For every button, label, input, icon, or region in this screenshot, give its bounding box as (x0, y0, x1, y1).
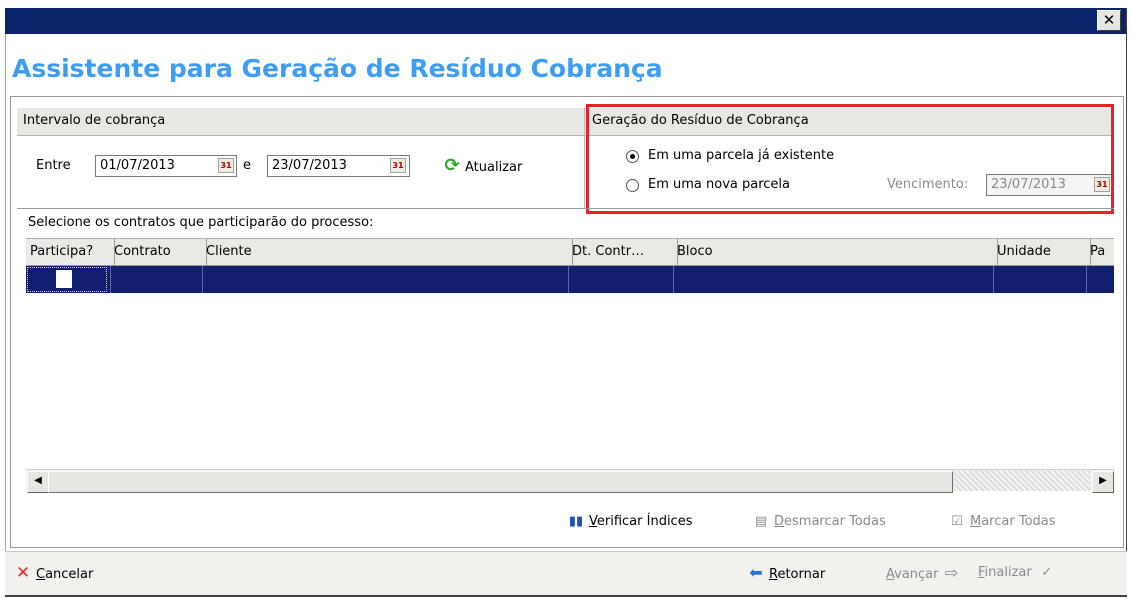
column-cliente[interactable]: Cliente (202, 239, 573, 265)
avancar-button[interactable]: Avançar ⇨ (886, 563, 965, 585)
verificar-indices-button[interactable]: ▮▮ Verificar Índices (567, 512, 693, 532)
finalizar-label: inalizar (984, 565, 1032, 580)
date-to-value: 23/07/2013 (272, 158, 347, 173)
date-from-field[interactable]: 01/07/2013 (95, 155, 237, 177)
row-divider (568, 266, 569, 293)
finalizar-button[interactable]: Finalizar ✓ (978, 563, 1060, 583)
e-label: e (243, 158, 251, 173)
verificar-accel: V (589, 514, 597, 529)
cancel-x-icon: ✕ (15, 563, 31, 583)
window-border-left (5, 34, 6, 597)
contratos-prompt: Selecione os contratos que participarão … (28, 215, 374, 230)
group-separator (584, 108, 585, 208)
table-row[interactable] (26, 266, 1114, 293)
arrow-right-icon: ⇨ (944, 563, 959, 582)
row-divider (673, 266, 674, 293)
marcar-accel: M (970, 514, 982, 529)
calendar-from-icon[interactable]: 31 (218, 158, 234, 173)
scroll-right-button[interactable]: ▶ (1092, 471, 1114, 493)
date-from-value: 01/07/2013 (100, 158, 175, 173)
window-border-bottom (5, 595, 1127, 597)
checkmark-icon: ✓ (1041, 565, 1053, 580)
highlight-box (586, 104, 1114, 214)
cell-focus (27, 267, 107, 292)
avancar-accel: A (886, 567, 895, 582)
verificar-label: erificar Índices (596, 514, 693, 529)
uncheck-list-icon: ▤ (754, 514, 768, 529)
intervalo-header: Intervalo de cobrança (17, 108, 587, 136)
close-button[interactable]: ✕ (1097, 10, 1121, 31)
retornar-button[interactable]: ⬅ Retornar (747, 563, 825, 585)
date-to-field[interactable]: 23/07/2013 (267, 155, 410, 177)
atualizar-label: Atualizar (465, 160, 523, 175)
marcar-todas-button[interactable]: ☑ Marcar Todas (948, 512, 1056, 532)
section-separator (17, 208, 1114, 209)
column-participa[interactable]: Participa? (26, 239, 115, 265)
bar-chart-icon: ▮▮ (568, 514, 584, 529)
scroll-thumb[interactable] (48, 471, 953, 493)
title-bar (5, 8, 1127, 34)
column-dt-contr[interactable]: Dt. Contr… (568, 239, 678, 265)
horizontal-scrollbar[interactable]: ◀ ▶ (26, 469, 1114, 493)
desmarcar-accel: D (774, 514, 785, 529)
column-pa[interactable]: Pa (1086, 239, 1118, 265)
cancelar-label: ancelar (45, 567, 94, 582)
row-divider (993, 266, 994, 293)
row-divider (1086, 266, 1087, 293)
wizard-heading: Assistente para Geração de Resíduo Cobra… (12, 54, 663, 83)
scroll-track[interactable] (954, 471, 1090, 491)
row-divider (110, 266, 111, 293)
atualizar-button[interactable]: ⟳ Atualizar (443, 156, 522, 178)
marcar-label: arcar Todas (981, 514, 1056, 529)
avancar-label: vançar (894, 567, 939, 582)
desmarcar-label: esmarcar Todas (784, 514, 886, 529)
column-bloco[interactable]: Bloco (673, 239, 998, 265)
column-unidade[interactable]: Unidade (993, 239, 1091, 265)
cancelar-button[interactable]: ✕ Cancelar (14, 563, 93, 585)
check-list-icon: ☑ (951, 514, 963, 529)
row-divider (202, 266, 203, 293)
column-contrato[interactable]: Contrato (110, 239, 207, 265)
entre-label: Entre (36, 158, 71, 173)
grid-header: Participa? Contrato Cliente Dt. Contr… B… (26, 238, 1114, 266)
retornar-label: etornar (777, 567, 826, 582)
desmarcar-todas-button[interactable]: ▤ Desmarcar Todas (752, 512, 886, 532)
arrow-left-icon: ⬅ (749, 563, 763, 582)
cancelar-accel: C (36, 567, 46, 582)
window-border-right (1126, 8, 1127, 597)
scroll-left-button[interactable]: ◀ (27, 471, 49, 493)
refresh-icon: ⟳ (444, 155, 460, 176)
calendar-to-icon[interactable]: 31 (390, 158, 406, 173)
